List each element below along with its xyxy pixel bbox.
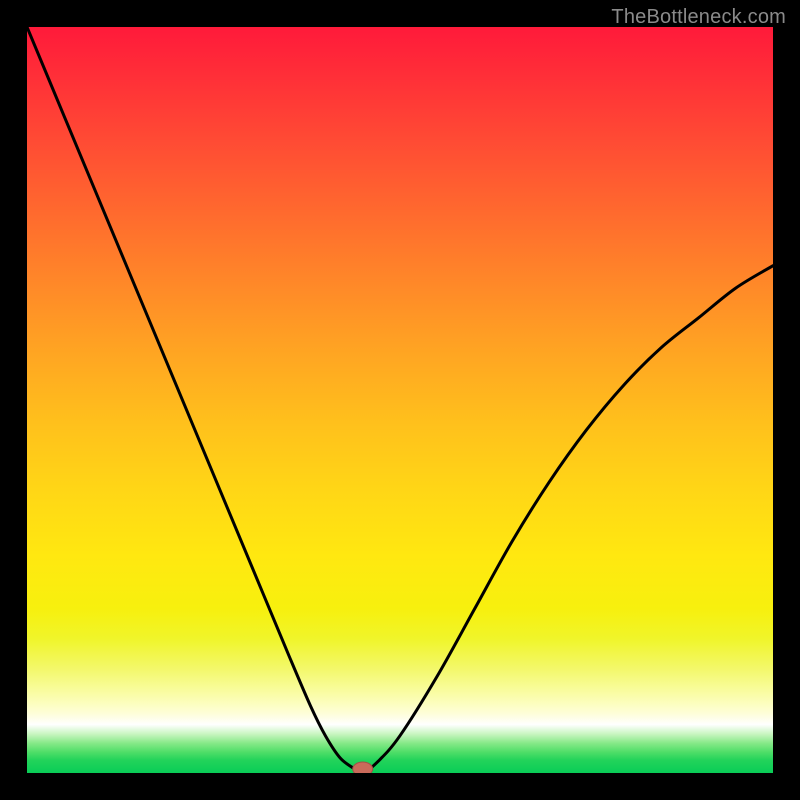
bottleneck-curve-svg — [27, 27, 773, 773]
vertex-marker — [353, 762, 373, 773]
bottleneck-curve — [27, 27, 773, 773]
chart-container: TheBottleneck.com — [0, 0, 800, 800]
watermark: TheBottleneck.com — [611, 6, 786, 29]
